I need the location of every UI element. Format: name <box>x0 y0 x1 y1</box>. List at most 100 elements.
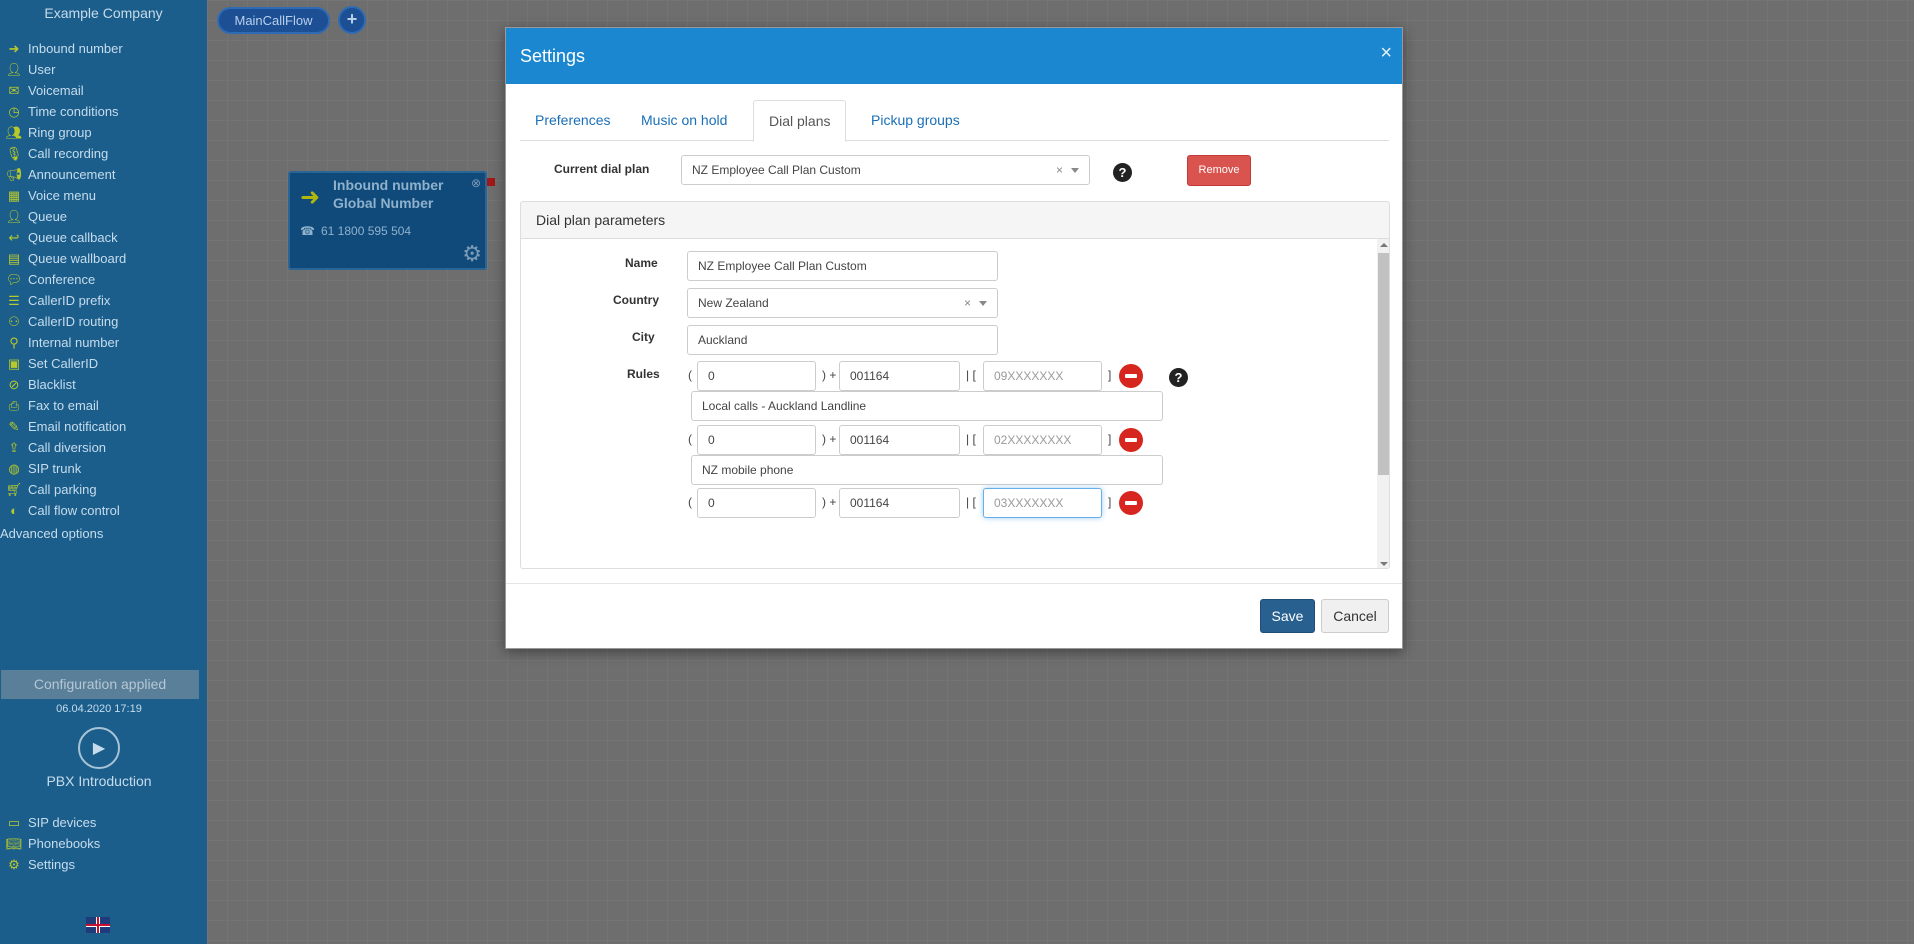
uk-flag-icon[interactable] <box>86 917 110 933</box>
reply-icon: ↩ <box>8 229 20 245</box>
sidebar: Example Company ➜ Inbound number 👤︎ User ✉… <box>0 0 207 944</box>
rule-1-pattern-field[interactable]: 09XXXXXXX <box>983 361 1102 391</box>
arrow-right-icon: ➜ <box>300 184 321 211</box>
sidebar-item-set-callerid[interactable]: ▣ Set CallerID <box>0 353 207 374</box>
sidebar-item-inbound-number[interactable]: ➜ Inbound number <box>0 38 207 59</box>
remove-rule-icon[interactable] <box>1119 364 1143 388</box>
sidebar-item-callerid-routing[interactable]: ⚇ CallerID routing <box>0 311 207 332</box>
map-marker-icon: ⚲ <box>9 334 19 350</box>
node-subtitle: Global Number <box>333 195 434 211</box>
rule-separator: | [ <box>966 368 976 382</box>
clear-icon[interactable]: × <box>1056 156 1063 184</box>
sidebar-item-ring-group[interactable]: 👥︎ Ring group <box>0 122 207 143</box>
city-field[interactable]: Auckland <box>687 325 998 355</box>
remove-rule-icon[interactable] <box>1119 491 1143 515</box>
rule-2-pattern-field[interactable]: 02XXXXXXXX <box>983 425 1102 455</box>
current-dial-plan-label: Current dial plan <box>554 162 650 176</box>
sidebar-item-internal-number[interactable]: ⚲ Internal number <box>0 332 207 353</box>
rule-1-prefix-field[interactable]: 001164 <box>839 361 960 391</box>
name-field[interactable]: NZ Employee Call Plan Custom <box>687 251 998 281</box>
sidebar-item-call-flow-control[interactable]: ◐ Call flow control <box>0 500 207 521</box>
sidebar-bottom-menu: ▭ SIP devices 📖︎ Phonebooks ⚙ Settings <box>0 812 207 875</box>
tab-pickup-groups[interactable]: Pickup groups <box>856 100 975 141</box>
add-flow-button[interactable]: + <box>338 6 366 34</box>
sidebar-item-voicemail[interactable]: ✉ Voicemail <box>0 80 207 101</box>
play-icon[interactable]: ▶ <box>78 727 120 769</box>
clear-icon[interactable]: × <box>964 289 971 317</box>
rule-2-strip-field[interactable]: 0 <box>697 425 816 455</box>
configuration-applied-button[interactable]: Configuration applied <box>1 670 199 699</box>
scroll-down-icon[interactable] <box>1380 562 1388 566</box>
id-card-icon: ▣ <box>7 355 21 371</box>
node-output-port[interactable] <box>487 178 495 186</box>
sidebar-item-phonebooks[interactable]: 📖︎ Phonebooks <box>0 833 207 854</box>
save-button[interactable]: Save <box>1260 599 1315 633</box>
sidebar-item-sip-trunk[interactable]: ◍ SIP trunk <box>0 458 207 479</box>
advanced-options-link[interactable]: Advanced options <box>0 526 103 541</box>
monitor-icon: ▭ <box>7 814 21 830</box>
sidebar-item-fax-to-email[interactable]: ⎙ Fax to email <box>0 395 207 416</box>
panel-title: Dial plan parameters <box>521 202 1389 239</box>
sidebar-item-sip-devices[interactable]: ▭ SIP devices <box>0 812 207 833</box>
sidebar-item-call-diversion[interactable]: ⇪ Call diversion <box>0 437 207 458</box>
sidebar-item-announcement[interactable]: 📢︎ Announcement <box>0 164 207 185</box>
scroll-thumb[interactable] <box>1378 253 1389 475</box>
panel-body[interactable]: Name NZ Employee Call Plan Custom Countr… <box>521 239 1389 568</box>
cancel-button[interactable]: Cancel <box>1321 599 1389 633</box>
tab-preferences[interactable]: Preferences <box>520 100 625 141</box>
sidebar-item-blacklist[interactable]: ⊘ Blacklist <box>0 374 207 395</box>
inbound-number-node[interactable]: ➜ Inbound number Global Number ⊗ ☎ 61 18… <box>288 171 487 270</box>
rule-3-prefix-field[interactable]: 001164 <box>839 488 960 518</box>
sidebar-item-queue[interactable]: 👤︎ Queue <box>0 206 207 227</box>
flow-tab-main[interactable]: MainCallFlow <box>217 7 330 34</box>
sidebar-item-time-conditions[interactable]: ◷ Time conditions <box>0 101 207 122</box>
remove-button[interactable]: Remove <box>1187 155 1251 186</box>
sidebar-item-email-notification[interactable]: ✎ Email notification <box>0 416 207 437</box>
close-icon[interactable]: ⊗ <box>471 176 481 190</box>
chevron-down-icon[interactable] <box>979 301 987 306</box>
rule-3-strip-field[interactable]: 0 <box>697 488 816 518</box>
sidebar-item-user[interactable]: 👤︎ User <box>0 59 207 80</box>
chevron-down-icon[interactable] <box>1071 168 1079 173</box>
arrow-right-icon: ➜ <box>8 40 20 56</box>
help-icon[interactable]: ? <box>1169 368 1188 387</box>
rules-label: Rules <box>627 367 660 381</box>
panel-scrollbar[interactable] <box>1377 239 1389 568</box>
clock-icon: ◷ <box>8 103 20 119</box>
ban-icon: ⊘ <box>8 376 20 392</box>
gear-icon: ⚙ <box>8 856 20 872</box>
rule-1-strip-field[interactable]: 0 <box>697 361 816 391</box>
remove-rule-icon[interactable] <box>1119 428 1143 452</box>
rule-1-description-field[interactable]: Local calls - Auckland Landline <box>691 391 1163 421</box>
country-select[interactable]: New Zealand × <box>687 288 998 318</box>
pbx-introduction-link[interactable]: PBX Introduction <box>0 773 198 789</box>
rule-2-prefix-field[interactable]: 001164 <box>839 425 960 455</box>
rule-3-pattern-field[interactable]: 03XXXXXXX <box>983 488 1102 518</box>
help-icon[interactable]: ? <box>1113 163 1132 182</box>
sidebar-item-queue-wallboard[interactable]: ▤ Queue wallboard <box>0 248 207 269</box>
settings-tabs: Preferences Music on hold Dial plans Pic… <box>520 100 1389 142</box>
sidebar-item-settings[interactable]: ⚙ Settings <box>0 854 207 875</box>
gear-icon[interactable]: ⚙ <box>462 241 482 267</box>
sidebar-item-call-recording[interactable]: 🎙︎ Call recording <box>0 143 207 164</box>
table-icon: ▤ <box>7 250 21 266</box>
city-label: City <box>632 330 655 344</box>
rule-2-description-field[interactable]: NZ mobile phone <box>691 455 1163 485</box>
sidebar-item-conference[interactable]: 💬︎ Conference <box>0 269 207 290</box>
close-icon[interactable]: × <box>1380 42 1392 65</box>
tab-music-on-hold[interactable]: Music on hold <box>626 100 742 141</box>
current-dial-plan-select[interactable]: NZ Employee Call Plan Custom × <box>681 155 1090 185</box>
sidebar-item-queue-callback[interactable]: ↩ Queue callback <box>0 227 207 248</box>
sidebar-item-call-parking[interactable]: 🛒︎ Call parking <box>0 479 207 500</box>
microphone-icon: 🎙︎ <box>5 145 23 161</box>
sidebar-item-voice-menu[interactable]: ▦ Voice menu <box>0 185 207 206</box>
list-icon: ☰ <box>8 292 20 308</box>
sidebar-menu: ➜ Inbound number 👤︎ User ✉ Voicemail ◷ Time … <box>0 38 207 521</box>
rule-close-bracket: ] <box>1108 432 1112 446</box>
scroll-up-icon[interactable] <box>1380 243 1388 247</box>
modal-title: Settings <box>520 45 586 66</box>
sidebar-item-callerid-prefix[interactable]: ☰ CallerID prefix <box>0 290 207 311</box>
tab-dial-plans[interactable]: Dial plans <box>753 100 847 142</box>
globe-icon: ◍ <box>8 460 20 476</box>
fax-icon: ⎙ <box>8 397 20 413</box>
